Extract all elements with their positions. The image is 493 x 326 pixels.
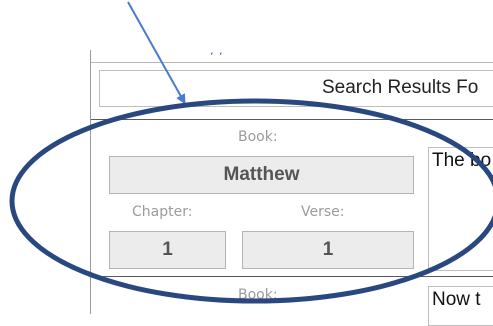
book-label: Book: [238,129,278,145]
chapter-field[interactable]: 1 [109,231,226,269]
book-field[interactable]: Matthew [109,156,414,194]
record-divider [91,119,493,120]
search-results-header: Search Results Fo [99,70,493,107]
verse-field[interactable]: 1 [242,231,414,269]
book-label: Book: [238,287,278,303]
search-results-title: Search Results Fo [322,77,479,98]
verse-text-box[interactable]: Now t [428,286,493,326]
chapter-label: Chapter: [132,204,193,220]
verse-text: The bo [432,150,492,171]
verse-text-box[interactable]: The bo [428,147,493,271]
previous-section-edge: ‾ ‚ ‚ ′ [91,50,493,63]
verse-text: Now t [432,289,481,310]
verse-label: Verse: [301,204,345,220]
cut-off-text: ‾ ‚ ‚ ′ [199,50,245,57]
record-divider [91,276,493,277]
search-results-form: ‾ ‚ ‚ ′ Search Results Fo Book: Matthew … [90,50,493,326]
